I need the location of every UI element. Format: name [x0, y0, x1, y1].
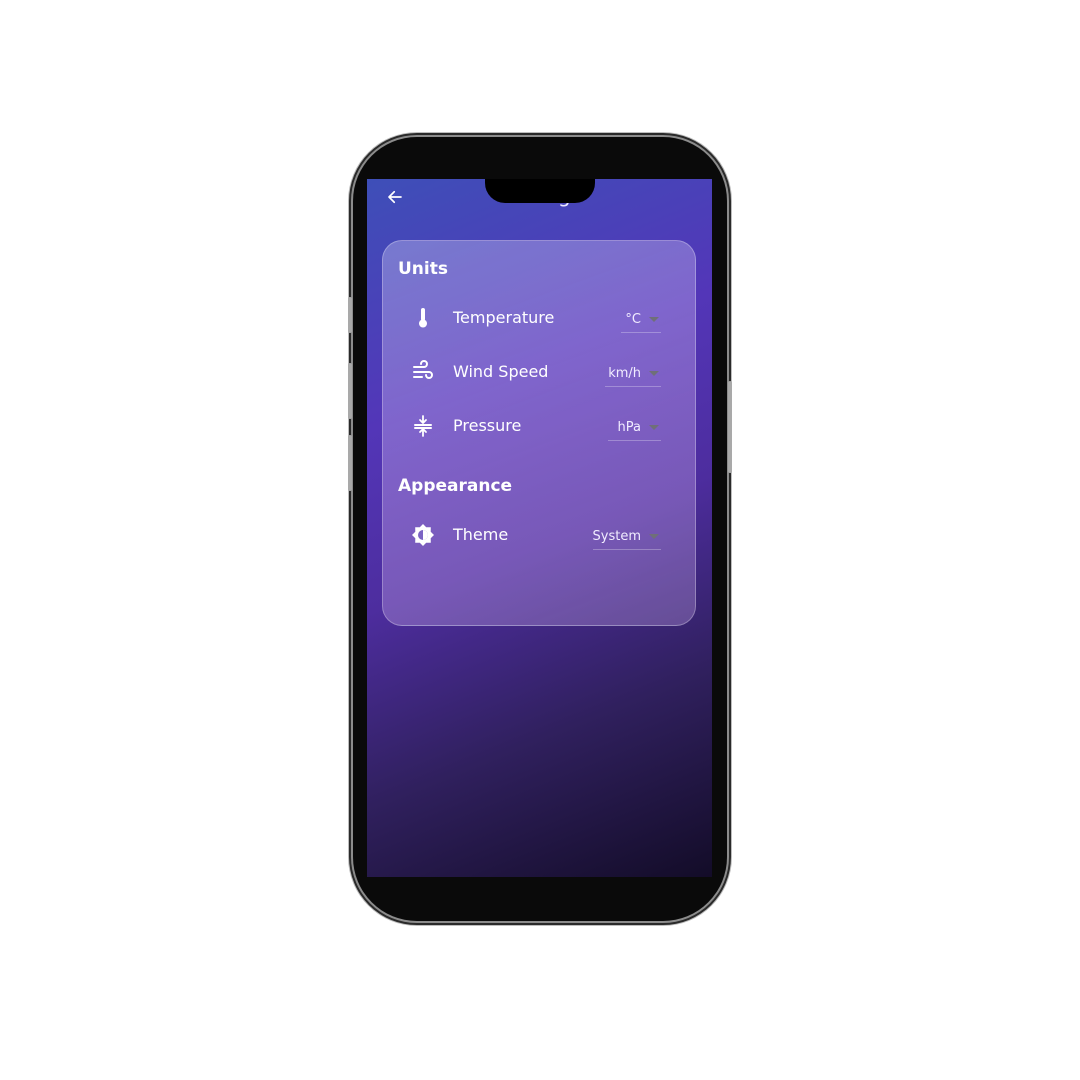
wind-speed-value: km/h — [608, 365, 641, 381]
temperature-dropdown[interactable]: °C — [621, 306, 661, 333]
power-button — [728, 381, 732, 473]
wind-icon — [413, 360, 433, 379]
chevron-down-icon — [649, 316, 659, 322]
chevron-down-icon — [649, 424, 659, 430]
volume-down-button — [348, 435, 352, 491]
brightness-icon — [412, 524, 434, 546]
chevron-down-icon — [649, 370, 659, 376]
mute-switch — [348, 297, 352, 333]
chevron-down-icon — [649, 533, 659, 539]
volume-up-button — [348, 363, 352, 419]
settings-card: Units Temperature °C Wind Speed km/h Pre… — [382, 240, 696, 626]
compress-icon — [414, 415, 432, 437]
temperature-value: °C — [625, 311, 641, 327]
setting-row-temperature: Temperature °C — [407, 298, 661, 338]
thermometer-icon — [419, 308, 427, 328]
section-title-appearance: Appearance — [398, 476, 513, 496]
theme-dropdown[interactable]: System — [593, 523, 661, 550]
wind-speed-dropdown[interactable]: km/h — [605, 360, 661, 387]
pressure-dropdown[interactable]: hPa — [608, 414, 661, 441]
section-title-units: Units — [398, 259, 448, 279]
theme-label: Theme — [453, 525, 509, 544]
setting-row-wind-speed: Wind Speed km/h — [407, 352, 661, 392]
setting-row-pressure: Pressure hPa — [407, 406, 661, 446]
phone-frame: Settings Units Temperature °C — [348, 137, 732, 921]
pressure-value: hPa — [617, 419, 641, 435]
pressure-label: Pressure — [453, 416, 522, 435]
theme-value: System — [592, 528, 641, 544]
wind-speed-label: Wind Speed — [453, 362, 549, 381]
camera-notch — [485, 179, 595, 203]
app-screen: Settings Units Temperature °C — [367, 179, 712, 877]
setting-row-theme: Theme System — [407, 515, 661, 555]
temperature-label: Temperature — [453, 308, 555, 327]
